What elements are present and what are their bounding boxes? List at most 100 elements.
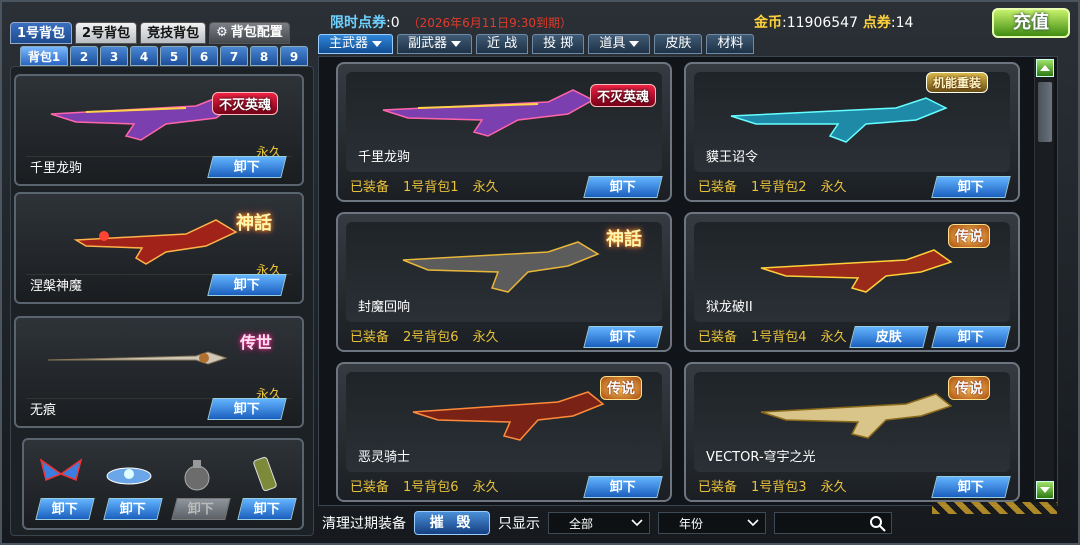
bag-location: 1号背包4 <box>751 330 807 345</box>
equipped-slot-3[interactable]: 传世 永久 无痕 卸下 <box>14 316 304 428</box>
filter-label: 只显示 <box>498 516 540 532</box>
weapon-image <box>73 219 238 265</box>
filter-type-select[interactable]: 全部 <box>548 512 650 534</box>
subtab-9[interactable]: 9 <box>280 46 308 66</box>
category-tabs: 主武器 副武器 近 战 投 掷 道具 皮肤 材料 <box>318 34 755 54</box>
duration-text: 永久 <box>820 480 847 495</box>
unequip-button[interactable]: 卸下 <box>931 326 1011 348</box>
tab-bag-2[interactable]: 2号背包 <box>75 22 138 44</box>
equipped-slot-1[interactable]: 不灭英魂 永久 千里龙驹 卸下 <box>14 74 304 186</box>
arrow-up-icon <box>1040 65 1050 71</box>
recharge-button[interactable]: 充值 <box>992 8 1070 38</box>
tab-secondary-weapon[interactable]: 副武器 <box>397 34 473 54</box>
weapon-image <box>412 391 605 441</box>
rarity-badge: 传说 <box>948 224 990 248</box>
scroll-down-button[interactable] <box>1036 481 1054 499</box>
unequip-button[interactable]: 卸下 <box>207 274 287 296</box>
skin-button[interactable]: 皮肤 <box>849 326 929 348</box>
weapon-name: 涅槃神魔 <box>30 279 83 294</box>
weapon-meta: 已装备 1号背包3 永久 <box>698 476 847 495</box>
weapon-card[interactable]: 传说 VECTOR-穹宇之光 已装备 1号背包3 永久 卸下 <box>684 362 1020 502</box>
arrow-down-icon <box>1040 487 1050 493</box>
search-icon[interactable] <box>869 515 887 533</box>
rarity-badge: 神話 <box>606 229 642 250</box>
equip-status: 已装备 <box>350 330 390 345</box>
points-label: 点券 <box>862 15 891 31</box>
chevron-down-icon <box>631 519 643 527</box>
tab-items[interactable]: 道具 <box>588 34 651 54</box>
currency-display: 金币:11906547 点券:14 <box>754 12 913 32</box>
unequip-button[interactable]: 卸下 <box>931 176 1011 198</box>
gold-value: :11906547 <box>782 15 858 31</box>
clear-expired-label: 清理过期装备 <box>322 516 406 532</box>
unequip-button[interactable]: 卸下 <box>931 476 1011 498</box>
equip-status: 已装备 <box>698 330 738 345</box>
bag-location: 1号背包2 <box>751 180 807 195</box>
unequip-button[interactable]: 卸下 <box>103 498 163 520</box>
item-wings-icon <box>39 458 83 482</box>
unequip-button[interactable]: 卸下 <box>207 398 287 420</box>
scroll-up-button[interactable] <box>1036 59 1054 77</box>
tab-materials[interactable]: 材料 <box>706 34 755 54</box>
chevron-down-icon <box>372 41 383 47</box>
subtab-8[interactable]: 8 <box>250 46 278 66</box>
bag-location: 1号背包3 <box>751 480 807 495</box>
filter-type-value: 全部 <box>569 516 594 531</box>
tab-bag-arena[interactable]: 竞技背包 <box>140 22 207 44</box>
bottom-toolbar: 清理过期装备 摧 毁 只显示 全部 年份 <box>318 508 1058 538</box>
weapon-card[interactable]: 机能重装 貘王诏令 已装备 1号背包2 永久 卸下 <box>684 62 1020 202</box>
unequip-button[interactable]: 卸下 <box>583 476 663 498</box>
filter-year-select[interactable]: 年份 <box>658 512 766 534</box>
subtab-5[interactable]: 5 <box>160 46 188 66</box>
search-input[interactable] <box>774 512 892 534</box>
weapon-name: 貘王诏令 <box>706 150 759 165</box>
subtab-6[interactable]: 6 <box>190 46 218 66</box>
tab-throwable[interactable]: 投 掷 <box>532 34 585 54</box>
subtab-1[interactable]: 背包1 <box>20 46 68 66</box>
weapon-card[interactable]: 传说 恶灵骑士 已装备 1号背包6 永久 卸下 <box>336 362 672 502</box>
weapon-card[interactable]: 传说 狱龙破II 已装备 1号背包4 永久 皮肤 卸下 <box>684 212 1020 352</box>
weapon-meta: 已装备 1号背包4 永久 <box>698 326 847 345</box>
subtab-2[interactable]: 2 <box>70 46 98 66</box>
points-value: :14 <box>890 15 914 31</box>
tab-skins[interactable]: 皮肤 <box>654 34 703 54</box>
weapon-meta: 已装备 1号背包1 永久 <box>350 176 499 195</box>
weapon-image <box>47 351 228 365</box>
weapon-name: 恶灵骑士 <box>358 450 411 465</box>
tab-melee[interactable]: 近 战 <box>476 34 529 54</box>
unequip-button: 卸下 <box>171 498 231 520</box>
subtab-4[interactable]: 4 <box>130 46 158 66</box>
weapon-card[interactable]: 神話 封魔回响 已装备 2号背包6 永久 卸下 <box>336 212 672 352</box>
bag-config-button[interactable]: ⚙ 背包配置 <box>209 22 290 44</box>
rarity-badge: 传说 <box>600 376 642 400</box>
bag-location: 2号背包6 <box>403 330 459 345</box>
grid-scrollbar[interactable] <box>1034 58 1054 500</box>
limited-points-value: :0 <box>386 15 400 31</box>
rarity-badge: 不灭英魂 <box>212 92 279 115</box>
bag-config-label: 背包配置 <box>230 25 283 40</box>
scroll-thumb[interactable] <box>1038 82 1052 142</box>
rarity-badge: 机能重装 <box>926 72 989 93</box>
unequip-button[interactable]: 卸下 <box>237 498 297 520</box>
chevron-down-icon <box>747 519 759 527</box>
unequip-button[interactable]: 卸下 <box>207 156 287 178</box>
equip-status: 已装备 <box>698 180 738 195</box>
weapon-meta: 已装备 2号背包6 永久 <box>350 326 499 345</box>
tab-bag-1[interactable]: 1号背包 <box>10 22 73 44</box>
rarity-badge: 传世 <box>240 333 273 352</box>
equipped-slot-2[interactable]: 神話 永久 涅槃神魔 卸下 <box>14 192 304 304</box>
subtab-7[interactable]: 7 <box>220 46 248 66</box>
subtab-3[interactable]: 3 <box>100 46 128 66</box>
duration-text: 永久 <box>820 180 847 195</box>
unequip-button[interactable]: 卸下 <box>583 326 663 348</box>
weapon-card[interactable]: 不灭英魂 千里龙驹 已装备 1号背包1 永久 卸下 <box>336 62 672 202</box>
weapon-name: 千里龙驹 <box>30 161 83 176</box>
unequip-button[interactable]: 卸下 <box>583 176 663 198</box>
destroy-button[interactable]: 摧 毁 <box>414 511 490 535</box>
unequip-button[interactable]: 卸下 <box>35 498 95 520</box>
chevron-down-icon <box>629 41 640 47</box>
gold-label: 金币 <box>754 15 782 31</box>
item-canister-icon <box>253 456 277 492</box>
limited-points: 限时点券:0 （2026年6月11日9:30到期） <box>330 12 572 32</box>
tab-primary-weapon[interactable]: 主武器 <box>318 34 394 54</box>
